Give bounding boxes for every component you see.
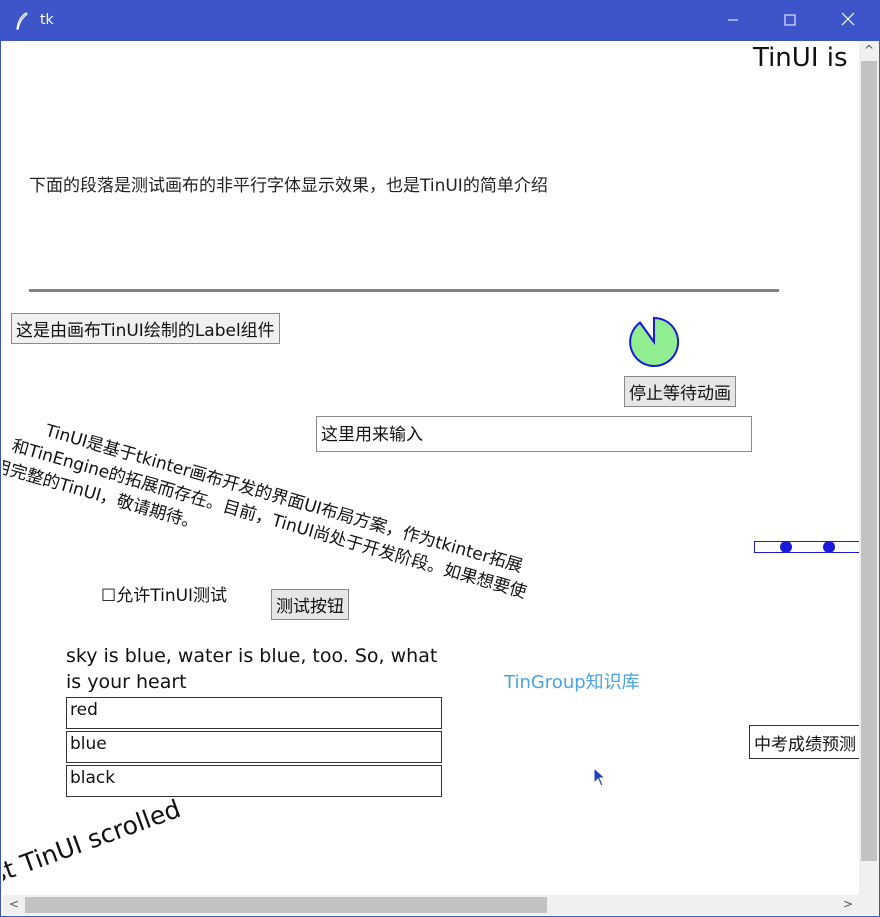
- scroll-up-icon[interactable]: ^: [864, 43, 874, 57]
- heading-text: TinUI is: [753, 43, 848, 73]
- window-title: tk: [40, 12, 54, 28]
- test-button[interactable]: 测试按钮: [271, 589, 349, 620]
- intro-text: 下面的段落是测试画布的非平行字体显示效果，也是TinUI的简单介绍: [29, 176, 548, 196]
- question-line-2: is your heart: [66, 671, 187, 693]
- stop-animation-button[interactable]: 停止等待动画: [624, 376, 736, 407]
- label-widget: 这是由画布TinUI绘制的Label组件: [11, 313, 280, 344]
- question-line-1: sky is blue, water is blue, too. So, wha…: [66, 645, 438, 667]
- tinui-canvas[interactable]: TinUI is 下面的段落是测试画布的非平行字体显示效果，也是TinUI的简单…: [3, 41, 859, 895]
- maximize-button[interactable]: [767, 1, 813, 41]
- vertical-scrollbar[interactable]: ^: [859, 41, 879, 895]
- close-icon: [841, 12, 855, 26]
- maximize-icon: [784, 14, 796, 26]
- scroll-left-icon[interactable]: <: [9, 897, 19, 911]
- scrolled-text: Test TinUI scrolled: [3, 794, 185, 895]
- title-bar: tk: [1, 1, 880, 41]
- allow-test-checkbox[interactable]: ☐允许TinUI测试: [101, 581, 227, 606]
- feather-icon: [16, 12, 28, 30]
- option-blue[interactable]: blue: [66, 731, 442, 763]
- waiting-spinner-icon: [629, 316, 680, 367]
- progress-dot: [823, 541, 835, 553]
- rotated-line-2: 和TinEngine的拓展而存在。目前，TinUI尚处于开发阶段。如果想要使: [9, 436, 529, 603]
- option-black[interactable]: black: [66, 765, 442, 797]
- progress-dot: [780, 541, 792, 553]
- minimize-icon: [728, 19, 738, 21]
- option-red[interactable]: red: [66, 697, 442, 729]
- horizontal-scrollbar[interactable]: < >: [3, 895, 859, 915]
- question-text: sky is blue, water is blue, too. So, wha…: [66, 643, 437, 695]
- tingroup-link[interactable]: TinGroup知识库: [504, 668, 640, 694]
- app-window: tk TinUI is 下面的段落是测试画布的非平行字体显示效果，也是TinUI…: [0, 0, 880, 917]
- vertical-scroll-thumb[interactable]: [861, 61, 877, 861]
- score-combobox[interactable]: 中考成绩预测: [749, 725, 859, 759]
- scroll-right-icon[interactable]: >: [843, 897, 853, 911]
- mouse-cursor-icon: [593, 767, 607, 787]
- minimize-button[interactable]: [710, 1, 756, 41]
- close-button[interactable]: [825, 1, 871, 41]
- text-entry[interactable]: 这里用来输入: [316, 416, 752, 452]
- progress-track: [754, 541, 859, 553]
- separator-line: [29, 289, 779, 292]
- scrollbar-corner: [859, 895, 879, 915]
- horizontal-scroll-thumb[interactable]: [25, 897, 547, 913]
- combobox-text: 中考成绩预测: [754, 735, 856, 755]
